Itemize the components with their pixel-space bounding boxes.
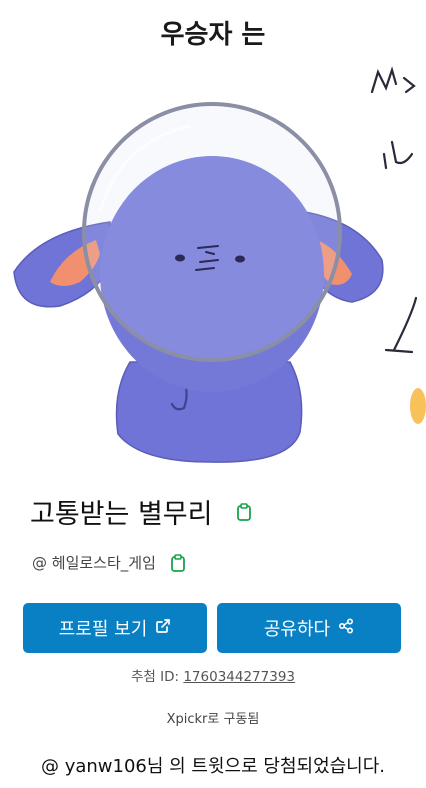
winner-name-row: 고통받는 별무리 [30, 492, 252, 531]
clipboard-icon[interactable] [236, 502, 252, 521]
result-text: @ yanw106님 의 트윗으로 당첨되었습니다. [40, 756, 386, 777]
draw-id: 추첨 ID: 1760344277393 [0, 665, 426, 685]
share-button[interactable]: 공유하다 [217, 603, 401, 653]
powered-by: Xpickr로 구동됨 [166, 712, 260, 727]
view-profile-label: 프로필 보기 [58, 619, 148, 640]
view-profile-button[interactable]: 프로필 보기 [23, 603, 207, 653]
share-label: 공유하다 [263, 619, 331, 640]
winner-display-name: 고통받는 별무리 [30, 499, 213, 530]
page-title: 우승자 는 [160, 20, 266, 50]
share-icon [338, 617, 354, 639]
draw-id-link[interactable]: 1760344277393 [183, 669, 295, 685]
draw-id-label: 추첨 ID: [130, 669, 180, 685]
external-link-icon [155, 618, 171, 639]
winner-avatar [0, 62, 426, 470]
clipboard-icon[interactable] [170, 553, 186, 572]
winner-handle-row: @ 헤일로스타_게임 [32, 552, 186, 573]
winner-handle: @ 헤일로스타_게임 [32, 554, 156, 572]
